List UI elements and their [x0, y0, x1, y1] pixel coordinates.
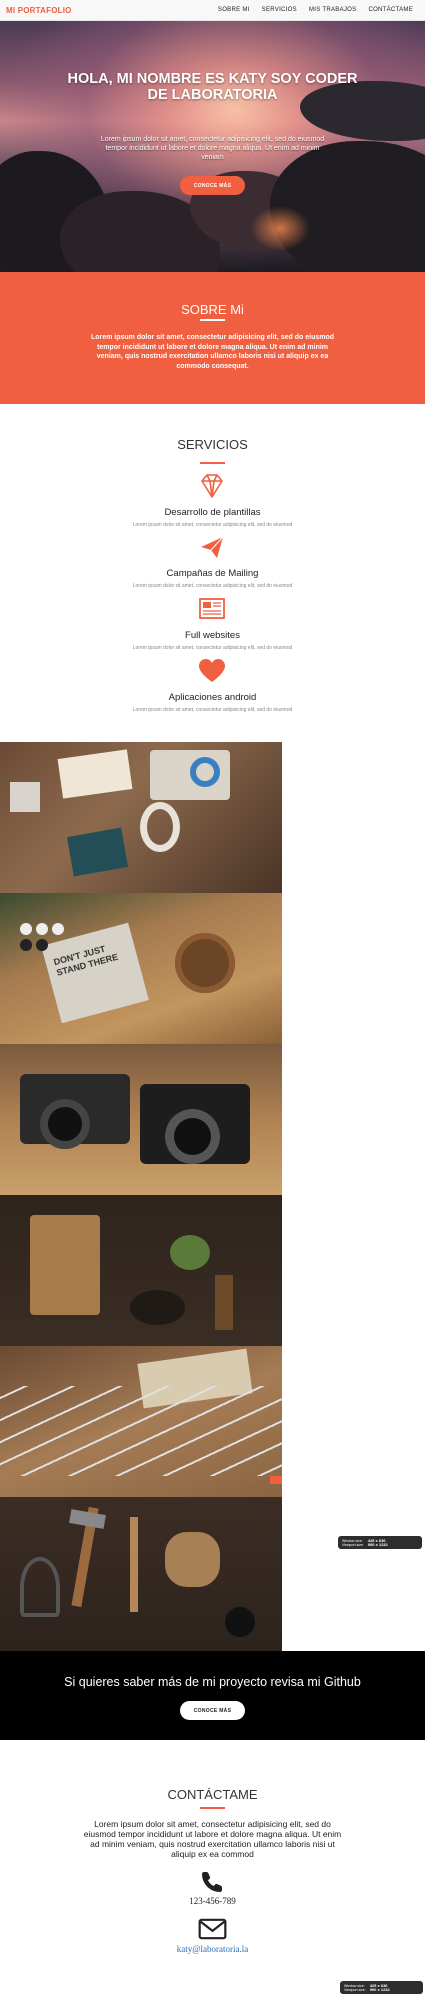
badge-value: 900 x 1232: [369, 1986, 390, 1992]
services-title: SERVICIOS: [177, 437, 248, 452]
brand-logo[interactable]: MI PORTAFOLIO: [6, 6, 72, 15]
hero-title: HOLA, MI NOMBRE ES KATY SOY CODER DE LAB…: [67, 71, 358, 103]
contact-phone[interactable]: 123-456-789: [0, 1896, 425, 1906]
photo-detail: [10, 782, 40, 812]
about-divider: [200, 319, 225, 321]
coasters-notebook-photo[interactable]: DON'T JUST STAND THERE: [0, 893, 282, 1044]
about-title: SOBRE Mi: [181, 302, 244, 317]
service-desc: Lorem ipsum dolor sit amet, consectetur …: [132, 707, 293, 713]
contact-text: Lorem ipsum dolor sit amet, consectetur …: [83, 1819, 342, 1859]
cta-title: Si quieres saber más de mi proyecto revi…: [64, 1675, 361, 1689]
service-title: Campañas de Mailing: [166, 568, 259, 579]
diamond-icon: [201, 474, 223, 498]
photo-detail: DON'T JUST STAND THERE: [41, 922, 149, 1024]
photo-detail: [66, 827, 129, 877]
newspaper-icon: [199, 598, 225, 619]
badge-label: Viewport size:: [342, 1542, 364, 1547]
hero-section: HOLA, MI NOMBRE ES KATY SOY CODER DE LAB…: [0, 21, 425, 272]
service-title: Aplicaciones android: [168, 692, 257, 703]
service-desc: Lorem ipsum dolor sit amet, consectetur …: [132, 522, 293, 528]
vintage-cameras-photo[interactable]: [0, 1044, 282, 1195]
nav-link-mis-trabajos[interactable]: MIS TRABAJOS: [303, 7, 363, 13]
nav-link-sobre-mi[interactable]: SOBRE MI: [212, 7, 256, 13]
envelope-icon: [198, 1918, 227, 1940]
hand-tools-photo[interactable]: [0, 1497, 282, 1651]
tools-flatlay-photo[interactable]: [0, 742, 282, 893]
cutting-board-photo[interactable]: [0, 1195, 282, 1346]
service-desc: Lorem ipsum dolor sit amet, consectetur …: [132, 583, 293, 589]
hero-cta-button[interactable]: CONOCE MÁS: [180, 176, 245, 195]
viewport-size-badge: Window size: Viewport size: 425 x 636 90…: [338, 1536, 422, 1549]
paper-plane-icon: [201, 536, 224, 558]
badge-label: Viewport size:: [344, 1987, 366, 1992]
about-text: Lorem ipsum dolor sit amet, consectetur …: [90, 334, 335, 370]
services-divider: [200, 462, 225, 464]
viewport-size-badge: Window size: Viewport size: 425 x 636 90…: [340, 1981, 423, 1994]
photo-detail: [20, 923, 32, 935]
photo-detail: [20, 1557, 60, 1617]
badge-values: 425 x 636 900 x 1232: [367, 1538, 388, 1547]
photo-detail: [225, 1607, 255, 1637]
contact-email[interactable]: katy@laboratoria.la: [0, 1944, 425, 1954]
cta-button[interactable]: CONOCE MÁS: [180, 1701, 245, 1720]
photo-detail: [270, 1476, 282, 1484]
service-title: Full websites: [185, 630, 240, 641]
hero-text: Lorem ipsum dolor sit amet, consectetur …: [100, 136, 325, 161]
badge-labels: Window size: Viewport size:: [342, 1539, 364, 1547]
photo-detail: [40, 1099, 90, 1149]
photo-detail: [140, 802, 180, 852]
service-title: Desarrollo de plantillas: [164, 507, 261, 518]
about-section: SOBRE Mi Lorem ipsum dolor sit amet, con…: [0, 272, 425, 404]
photo-detail: [190, 757, 220, 787]
photo-detail: [170, 1235, 210, 1270]
photo-detail: [0, 1386, 282, 1476]
photo-detail: [57, 749, 133, 799]
navbar: MI PORTAFOLIO SOBRE MI SERVICIOS MIS TRA…: [0, 0, 425, 21]
phone-icon: [202, 1872, 222, 1892]
hero-content: HOLA, MI NOMBRE ES KATY SOY CODER DE LAB…: [0, 21, 425, 272]
photo-detail: [165, 1532, 220, 1587]
contact-title: CONTÁCTAME: [167, 1787, 258, 1802]
nav-link-servicios[interactable]: SERVICIOS: [256, 7, 303, 13]
contact-divider: [200, 1807, 225, 1809]
photo-detail: [30, 1215, 100, 1315]
nav-menu: SOBRE MI SERVICIOS MIS TRABAJOS CONTÁCTA…: [212, 7, 419, 13]
photo-detail: [130, 1517, 138, 1612]
paintbrushes-photo[interactable]: [0, 1346, 282, 1497]
service-desc: Lorem ipsum dolor sit amet, consectetur …: [132, 645, 293, 651]
photo-detail: [69, 1509, 106, 1529]
badge-value: 900 x 1232: [367, 1541, 388, 1547]
badge-values: 425 x 636 900 x 1232: [369, 1983, 390, 1992]
photo-detail: [175, 933, 235, 993]
badge-labels: Window size: Viewport size:: [344, 1984, 366, 1992]
heart-icon: [199, 659, 225, 682]
github-cta-section: Si quieres saber más de mi proyecto revi…: [0, 1651, 425, 1740]
photo-detail: [130, 1290, 185, 1325]
nav-link-contactame[interactable]: CONTÁCTAME: [362, 7, 419, 13]
notebook-text: DON'T JUST STAND THERE: [52, 943, 120, 978]
photo-detail: [165, 1109, 220, 1164]
photo-detail: [215, 1275, 233, 1330]
